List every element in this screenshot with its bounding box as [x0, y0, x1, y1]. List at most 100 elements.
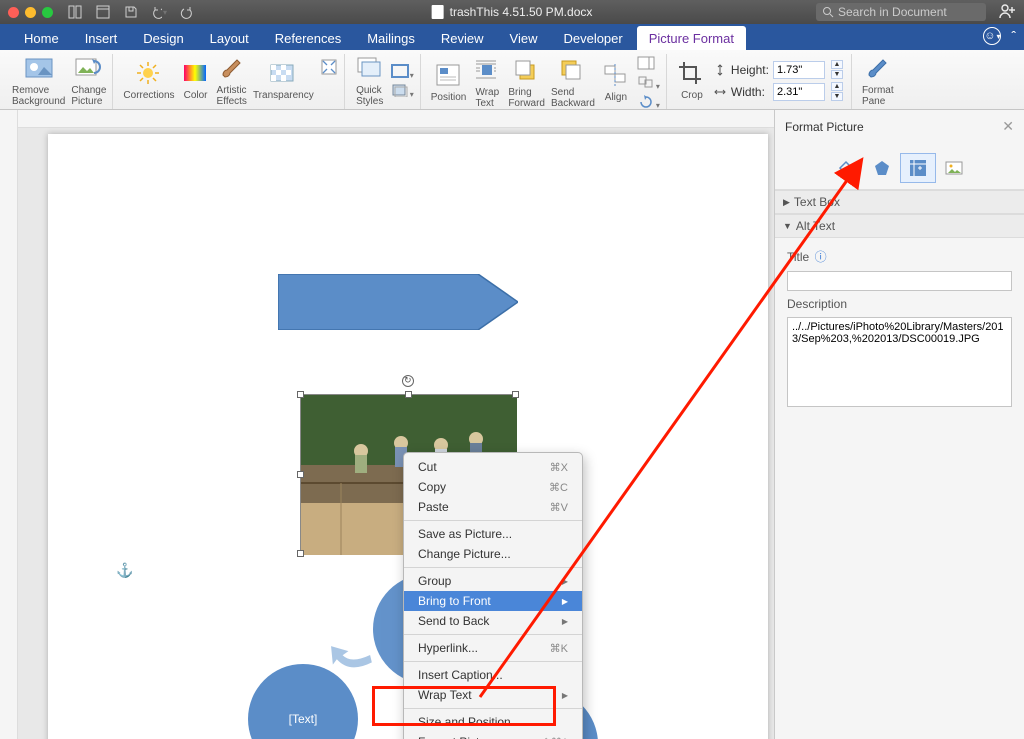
corrections-button[interactable]: Corrections [123, 60, 174, 101]
ctx-change-picture[interactable]: Change Picture... [404, 544, 582, 564]
save-icon[interactable] [123, 4, 139, 20]
align-button[interactable]: Align [601, 62, 631, 103]
ctx-bring-to-front[interactable]: Bring to Front [404, 591, 582, 611]
height-increase[interactable]: ▲ [831, 60, 843, 69]
context-menu: Cut⌘X Copy⌘C Paste⌘V Save as Picture... … [403, 452, 583, 739]
height-decrease[interactable]: ▼ [831, 70, 843, 79]
transparency-button[interactable]: Transparency [253, 60, 314, 101]
change-picture-icon [74, 55, 104, 81]
position-button[interactable]: Position [431, 62, 467, 103]
compress-picture-button[interactable] [320, 58, 338, 79]
document-canvas[interactable]: ⚓ [ [Text] Cut⌘X Copy⌘C Paste⌘V Save as … [18, 110, 774, 739]
quick-styles-button[interactable]: Quick Styles [355, 55, 385, 107]
ctx-copy[interactable]: Copy⌘C [404, 477, 582, 497]
smartart-arrow[interactable] [325, 630, 381, 678]
ctx-format-picture[interactable]: Format Picture...⇧⌘1 [404, 732, 582, 739]
search-placeholder: Search in Document [838, 5, 947, 19]
share-button[interactable] [998, 3, 1016, 22]
width-increase[interactable]: ▲ [831, 82, 843, 91]
send-backward-icon [558, 57, 588, 83]
format-pane-button[interactable]: Format Pane [862, 55, 894, 107]
resize-handle-bl[interactable] [297, 550, 304, 557]
crop-button[interactable]: Crop [677, 60, 707, 101]
bring-forward-button[interactable]: Bring Forward [508, 57, 545, 109]
selection-pane-button[interactable] [637, 56, 660, 73]
resize-handle-l[interactable] [297, 471, 304, 478]
ctx-group[interactable]: Group [404, 571, 582, 591]
section-alttext[interactable]: ▼Alt Text [775, 214, 1024, 238]
ctx-insert-caption[interactable]: Insert Caption... [404, 665, 582, 685]
crop-icon [677, 60, 707, 86]
group-button[interactable]: ▾ [637, 75, 660, 92]
ctx-save-as-picture[interactable]: Save as Picture... [404, 524, 582, 544]
tab-view[interactable]: View [498, 26, 550, 50]
search-icon [822, 6, 834, 18]
width-decrease[interactable]: ▼ [831, 92, 843, 101]
account-button[interactable]: ☺▾ [983, 27, 1001, 45]
change-picture-button[interactable]: Change Picture [71, 55, 106, 107]
tab-insert[interactable]: Insert [73, 26, 130, 50]
tab-developer[interactable]: Developer [551, 26, 634, 50]
pane-tab-fill[interactable] [828, 153, 864, 183]
tab-home[interactable]: Home [12, 26, 71, 50]
search-input[interactable]: Search in Document [816, 3, 986, 21]
rotate-button[interactable]: ▾ [637, 94, 660, 111]
maximize-window-button[interactable] [42, 7, 53, 18]
info-icon[interactable]: ⓘ [815, 250, 827, 264]
alttext-title-input[interactable] [787, 271, 1012, 291]
ctx-paste[interactable]: Paste⌘V [404, 497, 582, 517]
wrap-text-button[interactable]: Wrap Text [472, 57, 502, 109]
home-icon[interactable] [67, 4, 83, 20]
tab-references[interactable]: References [263, 26, 353, 50]
resize-handle-t[interactable] [405, 391, 412, 398]
window-icon[interactable] [95, 4, 111, 20]
alttext-desc-input[interactable]: ../../Pictures/iPhoto%20Library/Masters/… [787, 317, 1012, 407]
minimize-window-button[interactable] [25, 7, 36, 18]
document-title: trashThis 4.51.50 PM.docx [432, 5, 593, 19]
width-icon [713, 85, 727, 99]
resize-handle-tr[interactable] [512, 391, 519, 398]
color-button[interactable]: Color [181, 60, 211, 101]
ctx-cut[interactable]: Cut⌘X [404, 457, 582, 477]
ctx-size-position[interactable]: Size and Position... [404, 712, 582, 732]
undo-icon[interactable]: ▾ [151, 4, 167, 20]
width-label: Width: [731, 85, 769, 99]
send-backward-button[interactable]: Send Backward [551, 57, 595, 109]
resize-handle-tl[interactable] [297, 391, 304, 398]
document-icon [432, 5, 444, 19]
picture-border-button[interactable]: ▾ [391, 64, 414, 81]
format-picture-pane: Format Picture ✕ ▶Text Box ▼Alt Text Tit… [774, 110, 1024, 739]
tab-mailings[interactable]: Mailings [355, 26, 427, 50]
ctx-hyperlink[interactable]: Hyperlink...⌘K [404, 638, 582, 658]
picture-effects-button[interactable]: ▾ [391, 83, 414, 100]
rotate-handle[interactable] [402, 375, 414, 387]
redo-icon[interactable] [179, 4, 195, 20]
pane-close-button[interactable]: ✕ [1002, 118, 1014, 135]
vertical-ruler [0, 110, 18, 739]
tab-design[interactable]: Design [131, 26, 195, 50]
pane-tabs [775, 143, 1024, 190]
ctx-wrap-text[interactable]: Wrap Text [404, 685, 582, 705]
horizontal-ruler [18, 110, 774, 128]
remove-background-button[interactable]: Remove Background [12, 55, 65, 107]
brush-icon [217, 55, 247, 81]
width-input[interactable] [773, 83, 825, 101]
pane-tab-layout[interactable] [900, 153, 936, 183]
tab-review[interactable]: Review [429, 26, 496, 50]
section-textbox[interactable]: ▶Text Box [775, 190, 1024, 214]
artistic-effects-button[interactable]: Artistic Effects [217, 55, 247, 107]
quick-access-toolbar: ▾ [67, 4, 195, 20]
transparency-icon [268, 60, 298, 86]
collapse-ribbon-button[interactable]: ˆ [1011, 28, 1016, 44]
arrow-shape[interactable] [278, 274, 518, 330]
alttext-desc-label: Description [787, 297, 1012, 311]
height-input[interactable] [773, 61, 825, 79]
close-window-button[interactable] [8, 7, 19, 18]
smartart-circle-left[interactable]: [Text] [248, 664, 358, 739]
pane-tab-picture[interactable] [936, 153, 972, 183]
pane-tab-effects[interactable] [864, 153, 900, 183]
ctx-send-to-back[interactable]: Send to Back [404, 611, 582, 631]
tab-layout[interactable]: Layout [198, 26, 261, 50]
tab-picture-format[interactable]: Picture Format [637, 26, 746, 50]
picture-icon [944, 158, 964, 178]
